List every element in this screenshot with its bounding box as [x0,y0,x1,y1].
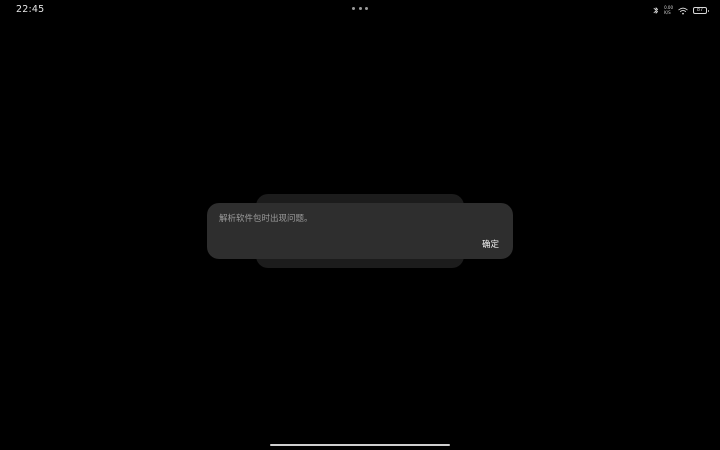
net-speed-unit: K/S [664,9,671,15]
network-speed-indicator: 0.00 K/S [664,5,673,15]
error-dialog: 解析软件包时出现问题。 确定 [207,203,513,259]
bluetooth-icon [653,7,659,14]
dot [352,6,355,10]
status-icons: 0.00 K/S 87 [653,5,709,16]
home-indicator[interactable] [270,444,450,446]
dot [358,6,362,10]
dialog-message: 解析软件包时出现问题。 [219,214,313,224]
more-dots-icon[interactable] [352,6,368,10]
battery-level: 87 [696,7,704,13]
battery-icon: 87 [693,7,709,14]
ok-button[interactable]: 确定 [482,238,499,250]
dot [365,6,368,10]
status-time: 22:45 [16,4,45,15]
screen: 22:45 0.00 K/S 87 解析软件包时出现问题。 确定 [0,0,720,450]
wifi-icon [678,7,688,14]
status-bar: 22:45 0.00 K/S 87 [0,0,720,20]
